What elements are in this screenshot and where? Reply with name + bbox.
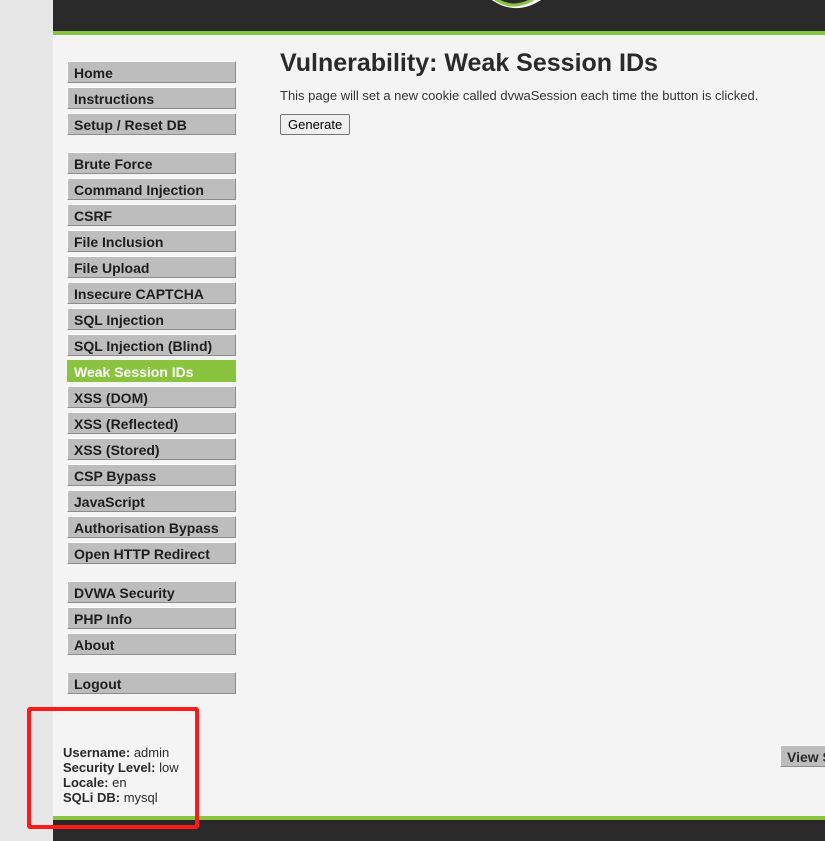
menu-group: DVWA Security PHP Info About: [67, 581, 238, 655]
menu-item-php-info[interactable]: PHP Info: [67, 607, 236, 629]
menu-item-command-injection[interactable]: Command Injection: [67, 178, 236, 200]
header: [53, 0, 825, 35]
menu-item-sql-injection[interactable]: SQL Injection: [67, 308, 236, 330]
menu-item-xss-stored[interactable]: XSS (Stored): [67, 438, 236, 460]
menu-item-javascript[interactable]: JavaScript: [67, 490, 236, 512]
menu-item-csrf[interactable]: CSRF: [67, 204, 236, 226]
view-source-button[interactable]: View S: [780, 745, 825, 767]
menu-item-xss-reflected[interactable]: XSS (Reflected): [67, 412, 236, 434]
menu-group: Home Instructions Setup / Reset DB: [67, 61, 238, 135]
generate-button[interactable]: Generate: [280, 114, 351, 135]
highlight-annotation-box: [27, 707, 199, 829]
menu-item-csp-bypass[interactable]: CSP Bypass: [67, 464, 236, 486]
menu-item-instructions[interactable]: Instructions: [67, 87, 236, 109]
menu-item-authorisation-bypass[interactable]: Authorisation Bypass: [67, 516, 236, 538]
menu-item-home[interactable]: Home: [67, 61, 236, 83]
menu-item-xss-dom[interactable]: XSS (DOM): [67, 386, 236, 408]
menu-item-file-upload[interactable]: File Upload: [67, 256, 236, 278]
main-content: Vulnerability: Weak Session IDs This pag…: [280, 47, 820, 135]
side-menu: Home Instructions Setup / Reset DB Brute Fo…: [67, 61, 238, 711]
menu-group: Logout: [67, 672, 238, 694]
page-title: Vulnerability: Weak Session IDs: [280, 49, 658, 77]
menu-item-about[interactable]: About: [67, 633, 236, 655]
menu-group: Brute Force Command Injection CSRF File Inc…: [67, 152, 238, 564]
menu-item-dvwa-security[interactable]: DVWA Security: [67, 581, 236, 603]
menu-item-weak-session-ids[interactable]: Weak Session IDs: [67, 360, 236, 382]
menu-item-brute-force[interactable]: Brute Force: [67, 152, 236, 174]
menu-item-logout[interactable]: Logout: [67, 672, 236, 694]
page-description: This page will set a new cookie called d…: [280, 88, 759, 103]
menu-item-setup-reset-db[interactable]: Setup / Reset DB: [67, 113, 236, 135]
menu-item-open-http-redirect[interactable]: Open HTTP Redirect: [67, 542, 236, 564]
dvwa-logo-icon: [492, 0, 541, 8]
menu-item-sql-injection-blind[interactable]: SQL Injection (Blind): [67, 334, 236, 356]
menu-item-file-inclusion[interactable]: File Inclusion: [67, 230, 236, 252]
menu-item-insecure-captcha[interactable]: Insecure CAPTCHA: [67, 282, 236, 304]
